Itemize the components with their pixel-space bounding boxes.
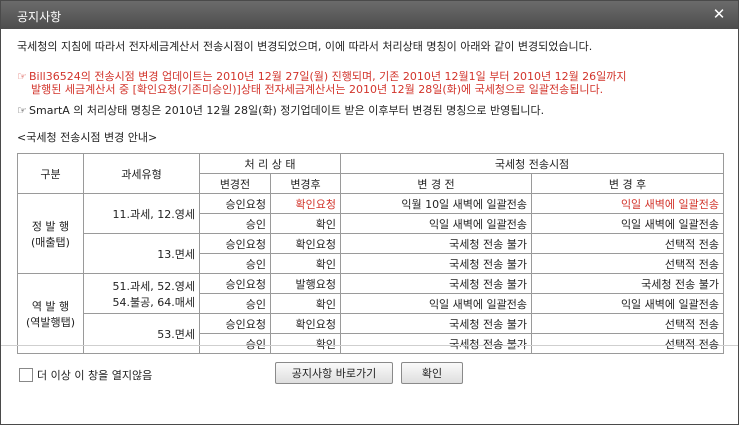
nts-after: 익일 새벽에 일괄전송 bbox=[531, 293, 725, 314]
header-before: 변경전 bbox=[199, 173, 271, 194]
header-nts-before: 변 경 전 bbox=[340, 173, 533, 194]
nts-before: 국세청 전송 불가 bbox=[340, 313, 533, 334]
nts-after: 국세청 전송 불가 bbox=[531, 273, 725, 294]
header-status: 처 리 상 태 bbox=[198, 153, 342, 174]
notice-line-3-text: SmartA 의 처리상태 명칭은 2010년 12월 28일(화) 정기업데이… bbox=[29, 104, 545, 117]
nts-before: 익일 새벽에 일괄전송 bbox=[340, 293, 533, 314]
status-after: 확인요청 bbox=[269, 193, 342, 214]
nts-before: 국세청 전송 불가 bbox=[340, 233, 533, 254]
tax-type-line: 54.불공, 64.매세 bbox=[112, 295, 195, 309]
status-after: 발행요청 bbox=[269, 273, 342, 294]
group-label-line: 정 발 행 bbox=[31, 219, 70, 233]
notice-line-1: 국세청의 지침에 따라서 전자세금계산서 전송시점이 변경되었으며, 이에 따라… bbox=[17, 40, 593, 53]
window-title: 공지사항 bbox=[17, 10, 62, 24]
table-header-row: 구분 과세유형 처 리 상 태 국세청 전송시점 bbox=[17, 153, 725, 194]
status-before: 승인요청 bbox=[199, 233, 271, 254]
header-nts: 국세청 전송시점 bbox=[340, 153, 725, 174]
nts-before: 익일 새벽에 일괄전송 bbox=[340, 213, 533, 234]
table-row: 53.면세 승인요청 확인요청 국세청 전송 불가 선택적 전송 bbox=[18, 313, 725, 354]
status-after: 확인 bbox=[269, 213, 342, 234]
group-label-line: (역발행탭) bbox=[25, 315, 76, 329]
status-before: 승인 bbox=[199, 253, 271, 274]
status-after: 확인 bbox=[269, 293, 342, 314]
hand-pointer-icon: ☞ bbox=[17, 70, 27, 83]
group-label-forward: 정 발 행 (매출탭) bbox=[17, 193, 84, 274]
status-before: 승인 bbox=[199, 213, 271, 234]
table-row: 13.면세 승인요청 확인요청 국세청 전송 불가 선택적 전송 bbox=[18, 233, 725, 274]
dont-show-label[interactable]: 더 이상 이 창을 열지않음 bbox=[37, 367, 152, 383]
tax-type-cell: 11.과세, 12.영세 bbox=[83, 193, 200, 234]
notice-line-2-cont: 발행된 세금계산서 중 [확인요청(기존미승인)]상태 전자세금계산서는 201… bbox=[31, 83, 604, 96]
nts-after: 선택적 전송 bbox=[531, 313, 725, 334]
dont-show-checkbox[interactable] bbox=[19, 368, 33, 382]
tax-type-cell: 51.과세, 52.영세 54.불공, 64.매세 bbox=[83, 273, 200, 314]
title-bar[interactable]: 공지사항 ✕ bbox=[1, 1, 738, 29]
section-title: <국세청 전송시점 변경 안내> bbox=[17, 131, 158, 144]
tax-type-cell: 13.면세 bbox=[83, 233, 200, 274]
nts-after: 선택적 전송 bbox=[531, 253, 725, 274]
status-after: 확인요청 bbox=[269, 233, 342, 254]
notice-line-3: ☞ SmartA 의 처리상태 명칭은 2010년 12월 28일(화) 정기업데… bbox=[17, 102, 544, 118]
header-tax-type: 과세유형 bbox=[83, 153, 200, 194]
status-change-table: 구분 과세유형 처 리 상 태 국세청 전송시점 변경전 변경후 변 경 전 변… bbox=[17, 153, 725, 354]
header-after: 변경후 bbox=[269, 173, 342, 194]
status-before: 승인 bbox=[199, 293, 271, 314]
close-icon[interactable]: ✕ bbox=[710, 5, 728, 23]
group-label-line: (매출탭) bbox=[31, 235, 70, 249]
dialog-footer: 더 이상 이 창을 열지않음 공지사항 바로가기 확인 bbox=[1, 346, 738, 396]
nts-after: 익일 새벽에 일괄전송 bbox=[531, 213, 725, 234]
go-to-notice-button[interactable]: 공지사항 바로가기 bbox=[275, 362, 393, 384]
nts-after: 선택적 전송 bbox=[531, 233, 725, 254]
group-label-reverse: 역 발 행 (역발행탭) bbox=[17, 273, 84, 354]
hand-pointer-icon: ☞ bbox=[17, 104, 27, 117]
nts-before: 익월 10일 새벽에 일괄전송 bbox=[340, 193, 533, 214]
notice-dialog: 공지사항 ✕ 국세청의 지침에 따라서 전자세금계산서 전송시점이 변경되었으며… bbox=[0, 0, 739, 425]
status-before: 승인요청 bbox=[199, 273, 271, 294]
nts-before: 국세청 전송 불가 bbox=[340, 273, 533, 294]
tax-type-line: 51.과세, 52.영세 bbox=[112, 279, 195, 293]
status-before: 승인요청 bbox=[199, 313, 271, 334]
status-before: 승인요청 bbox=[199, 193, 271, 214]
header-gubun: 구분 bbox=[17, 153, 84, 194]
table-row: 정 발 행 (매출탭) 11.과세, 12.영세 승인요청 확인요청 익월 10… bbox=[17, 193, 725, 274]
nts-before: 국세청 전송 불가 bbox=[340, 253, 533, 274]
header-nts-after: 변 경 후 bbox=[531, 173, 725, 194]
status-after: 확인요청 bbox=[269, 313, 342, 334]
table-row: 역 발 행 (역발행탭) 51.과세, 52.영세 54.불공, 64.매세 승… bbox=[17, 273, 725, 354]
nts-after: 익일 새벽에 일괄전송 bbox=[531, 193, 725, 214]
status-after: 확인 bbox=[269, 253, 342, 274]
ok-button[interactable]: 확인 bbox=[401, 362, 463, 384]
group-label-line: 역 발 행 bbox=[31, 299, 70, 313]
